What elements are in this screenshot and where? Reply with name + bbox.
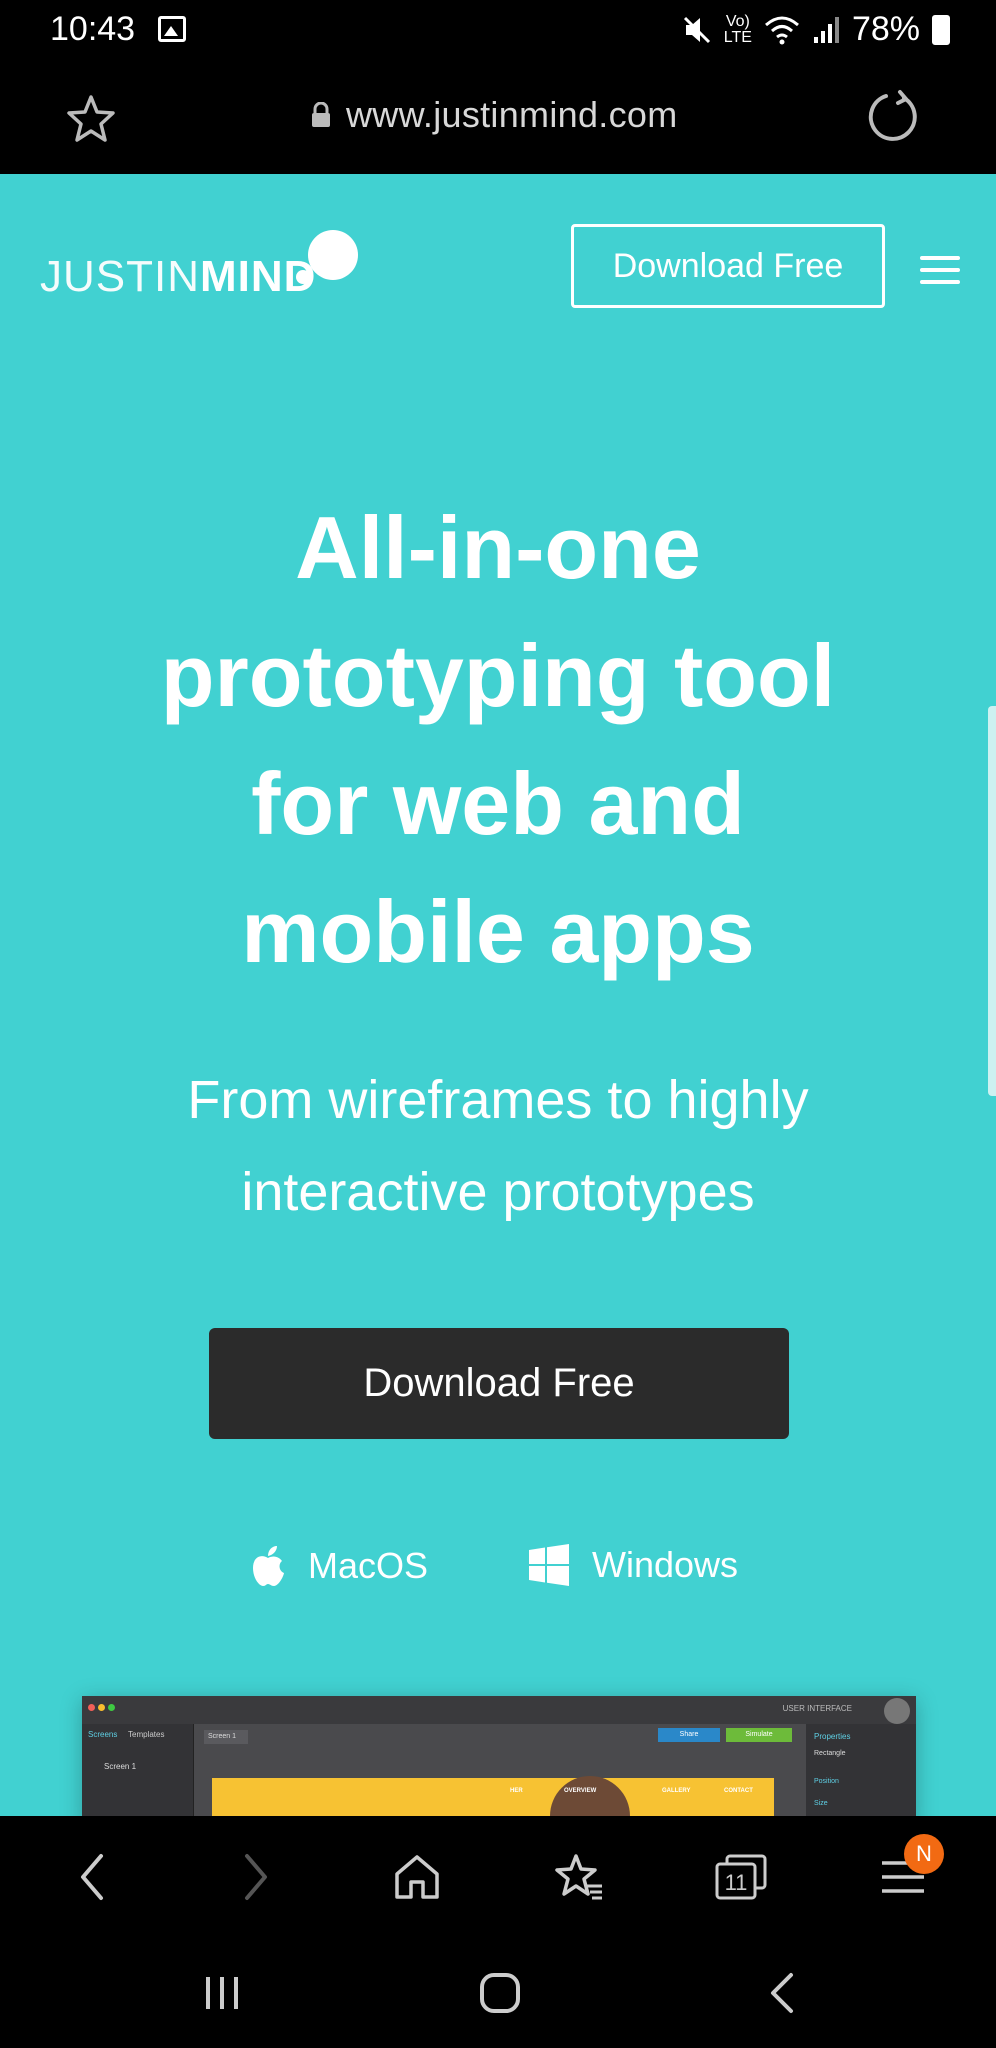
logo-bold-text: MIND: [200, 252, 317, 301]
bookmarks-star-icon: [555, 1854, 602, 1900]
wifi-icon: [764, 16, 799, 44]
preview-canvas: Screen 1 Share Simulate HER OVERVIEW GAL…: [194, 1724, 806, 1836]
back-button[interactable]: [58, 1842, 128, 1912]
macos-label: MacOS: [308, 1545, 429, 1586]
preview-share-button: Share: [658, 1728, 720, 1742]
hero-subtitle-line: From wireframes to highly: [187, 1070, 809, 1130]
home-button[interactable]: [382, 1842, 452, 1912]
hamburger-icon[interactable]: [920, 256, 960, 286]
windows-icon: [529, 1544, 569, 1586]
macos-link[interactable]: MacOS: [250, 1544, 428, 1588]
preview-nav-item: HER: [510, 1788, 523, 1794]
preview-properties-panel: Properties Rectangle Position Size: [806, 1724, 916, 1826]
preview-simulate-button: Simulate: [726, 1728, 792, 1742]
home-icon: [395, 1855, 439, 1899]
logo-wordmark: JUSTINMIND: [40, 252, 316, 302]
chevron-left-icon: [81, 1854, 103, 1900]
battery-icon: [932, 14, 950, 45]
hero-title-line: for web and: [251, 754, 745, 853]
recents-icon: [206, 1977, 238, 2009]
preview-toolbar: USER INTERFACE: [82, 1696, 916, 1724]
logo-thin-text: JUSTIN: [40, 252, 200, 301]
preview-size-label: Size: [814, 1800, 828, 1807]
preview-min-dot: [98, 1704, 105, 1711]
lock-icon: [312, 102, 330, 127]
preview-position-label: Position: [814, 1778, 839, 1785]
tabs-button[interactable]: 11: [706, 1842, 776, 1912]
star-icon[interactable]: [64, 92, 118, 146]
android-back-button[interactable]: [752, 1968, 812, 2018]
hero-title-line: prototyping tool: [160, 626, 836, 725]
preview-max-dot: [108, 1704, 115, 1711]
preview-tab-templates: Templates: [128, 1730, 165, 1739]
status-bar: 10:43 Vo) LTE 78%: [0, 0, 996, 62]
reload-icon[interactable]: [864, 88, 920, 144]
status-time: 10:43: [50, 10, 136, 48]
volte-line2: LTE: [723, 28, 752, 46]
preview-screen-item: Screen 1: [104, 1762, 137, 1771]
preview-avatar: [884, 1698, 910, 1724]
browser-toolbar: www.justinmind.com: [0, 62, 996, 174]
hero-title-line: All-in-one: [295, 498, 701, 597]
battery-percent: 78%: [851, 10, 920, 48]
notification-badge: N: [904, 1834, 944, 1874]
tab-count: 11: [725, 1870, 748, 1895]
tabs-icon: 11: [715, 1854, 767, 1900]
hero-title: All-in-one prototyping tool for web and …: [0, 484, 996, 996]
platform-links: MacOS Windows: [0, 1544, 996, 1604]
preview-canvas-tab: Screen 1: [204, 1730, 248, 1744]
preview-nav-item: CONTACT: [724, 1788, 753, 1794]
page-scrollbar[interactable]: [988, 706, 996, 1096]
gallery-notification-icon: [158, 16, 186, 42]
header-download-button[interactable]: Download Free: [571, 224, 885, 308]
address-bar[interactable]: www.justinmind.com: [310, 94, 678, 136]
windows-label: Windows: [592, 1544, 739, 1585]
web-page: JUSTINMIND Download Free All-in-one prot…: [0, 174, 996, 1816]
preview-close-dot: [88, 1704, 95, 1711]
hero-download-button[interactable]: Download Free: [209, 1328, 789, 1439]
hero-subtitle-line: interactive prototypes: [241, 1162, 755, 1222]
android-home-button[interactable]: [470, 1968, 530, 2018]
windows-link[interactable]: Windows: [528, 1544, 738, 1586]
status-indicators: Vo) LTE 78%: [682, 10, 950, 49]
volte-line1: Vo): [725, 12, 750, 30]
preview-tab-screens: Screens: [88, 1730, 118, 1739]
mute-icon: [683, 16, 710, 43]
hero-title-line: mobile apps: [241, 882, 755, 981]
android-back-icon: [771, 1973, 793, 2013]
browser-menu-button[interactable]: N: [868, 1834, 944, 1912]
signal-icon: [813, 16, 839, 43]
volte-indicator: Vo) LTE: [723, 12, 752, 46]
recents-button[interactable]: [192, 1968, 252, 2018]
preview-ui-label: USER INTERFACE: [782, 1704, 852, 1713]
apple-icon: [253, 1546, 284, 1586]
android-home-icon: [480, 1973, 520, 2013]
preview-nav-item: GALLERY: [662, 1788, 691, 1794]
chevron-right-icon: [245, 1854, 267, 1900]
hero-subtitle: From wireframes to highly interactive pr…: [0, 1054, 996, 1238]
forward-button[interactable]: [220, 1842, 290, 1912]
url-text: www.justinmind.com: [346, 94, 678, 135]
app-preview-image: USER INTERFACE Screens Templates Screen …: [82, 1696, 916, 1836]
android-nav-bar: [0, 1938, 996, 2048]
preview-left-panel: Screens Templates Screen 1: [82, 1724, 194, 1826]
preview-element-name: Rectangle: [814, 1750, 846, 1757]
justinmind-logo[interactable]: JUSTINMIND: [40, 202, 380, 302]
bookmarks-button[interactable]: [544, 1842, 614, 1912]
preview-properties-title: Properties: [814, 1732, 851, 1741]
preview-nav-item: OVERVIEW: [564, 1788, 597, 1794]
browser-bottom-bar: 11 N: [0, 1816, 996, 1938]
